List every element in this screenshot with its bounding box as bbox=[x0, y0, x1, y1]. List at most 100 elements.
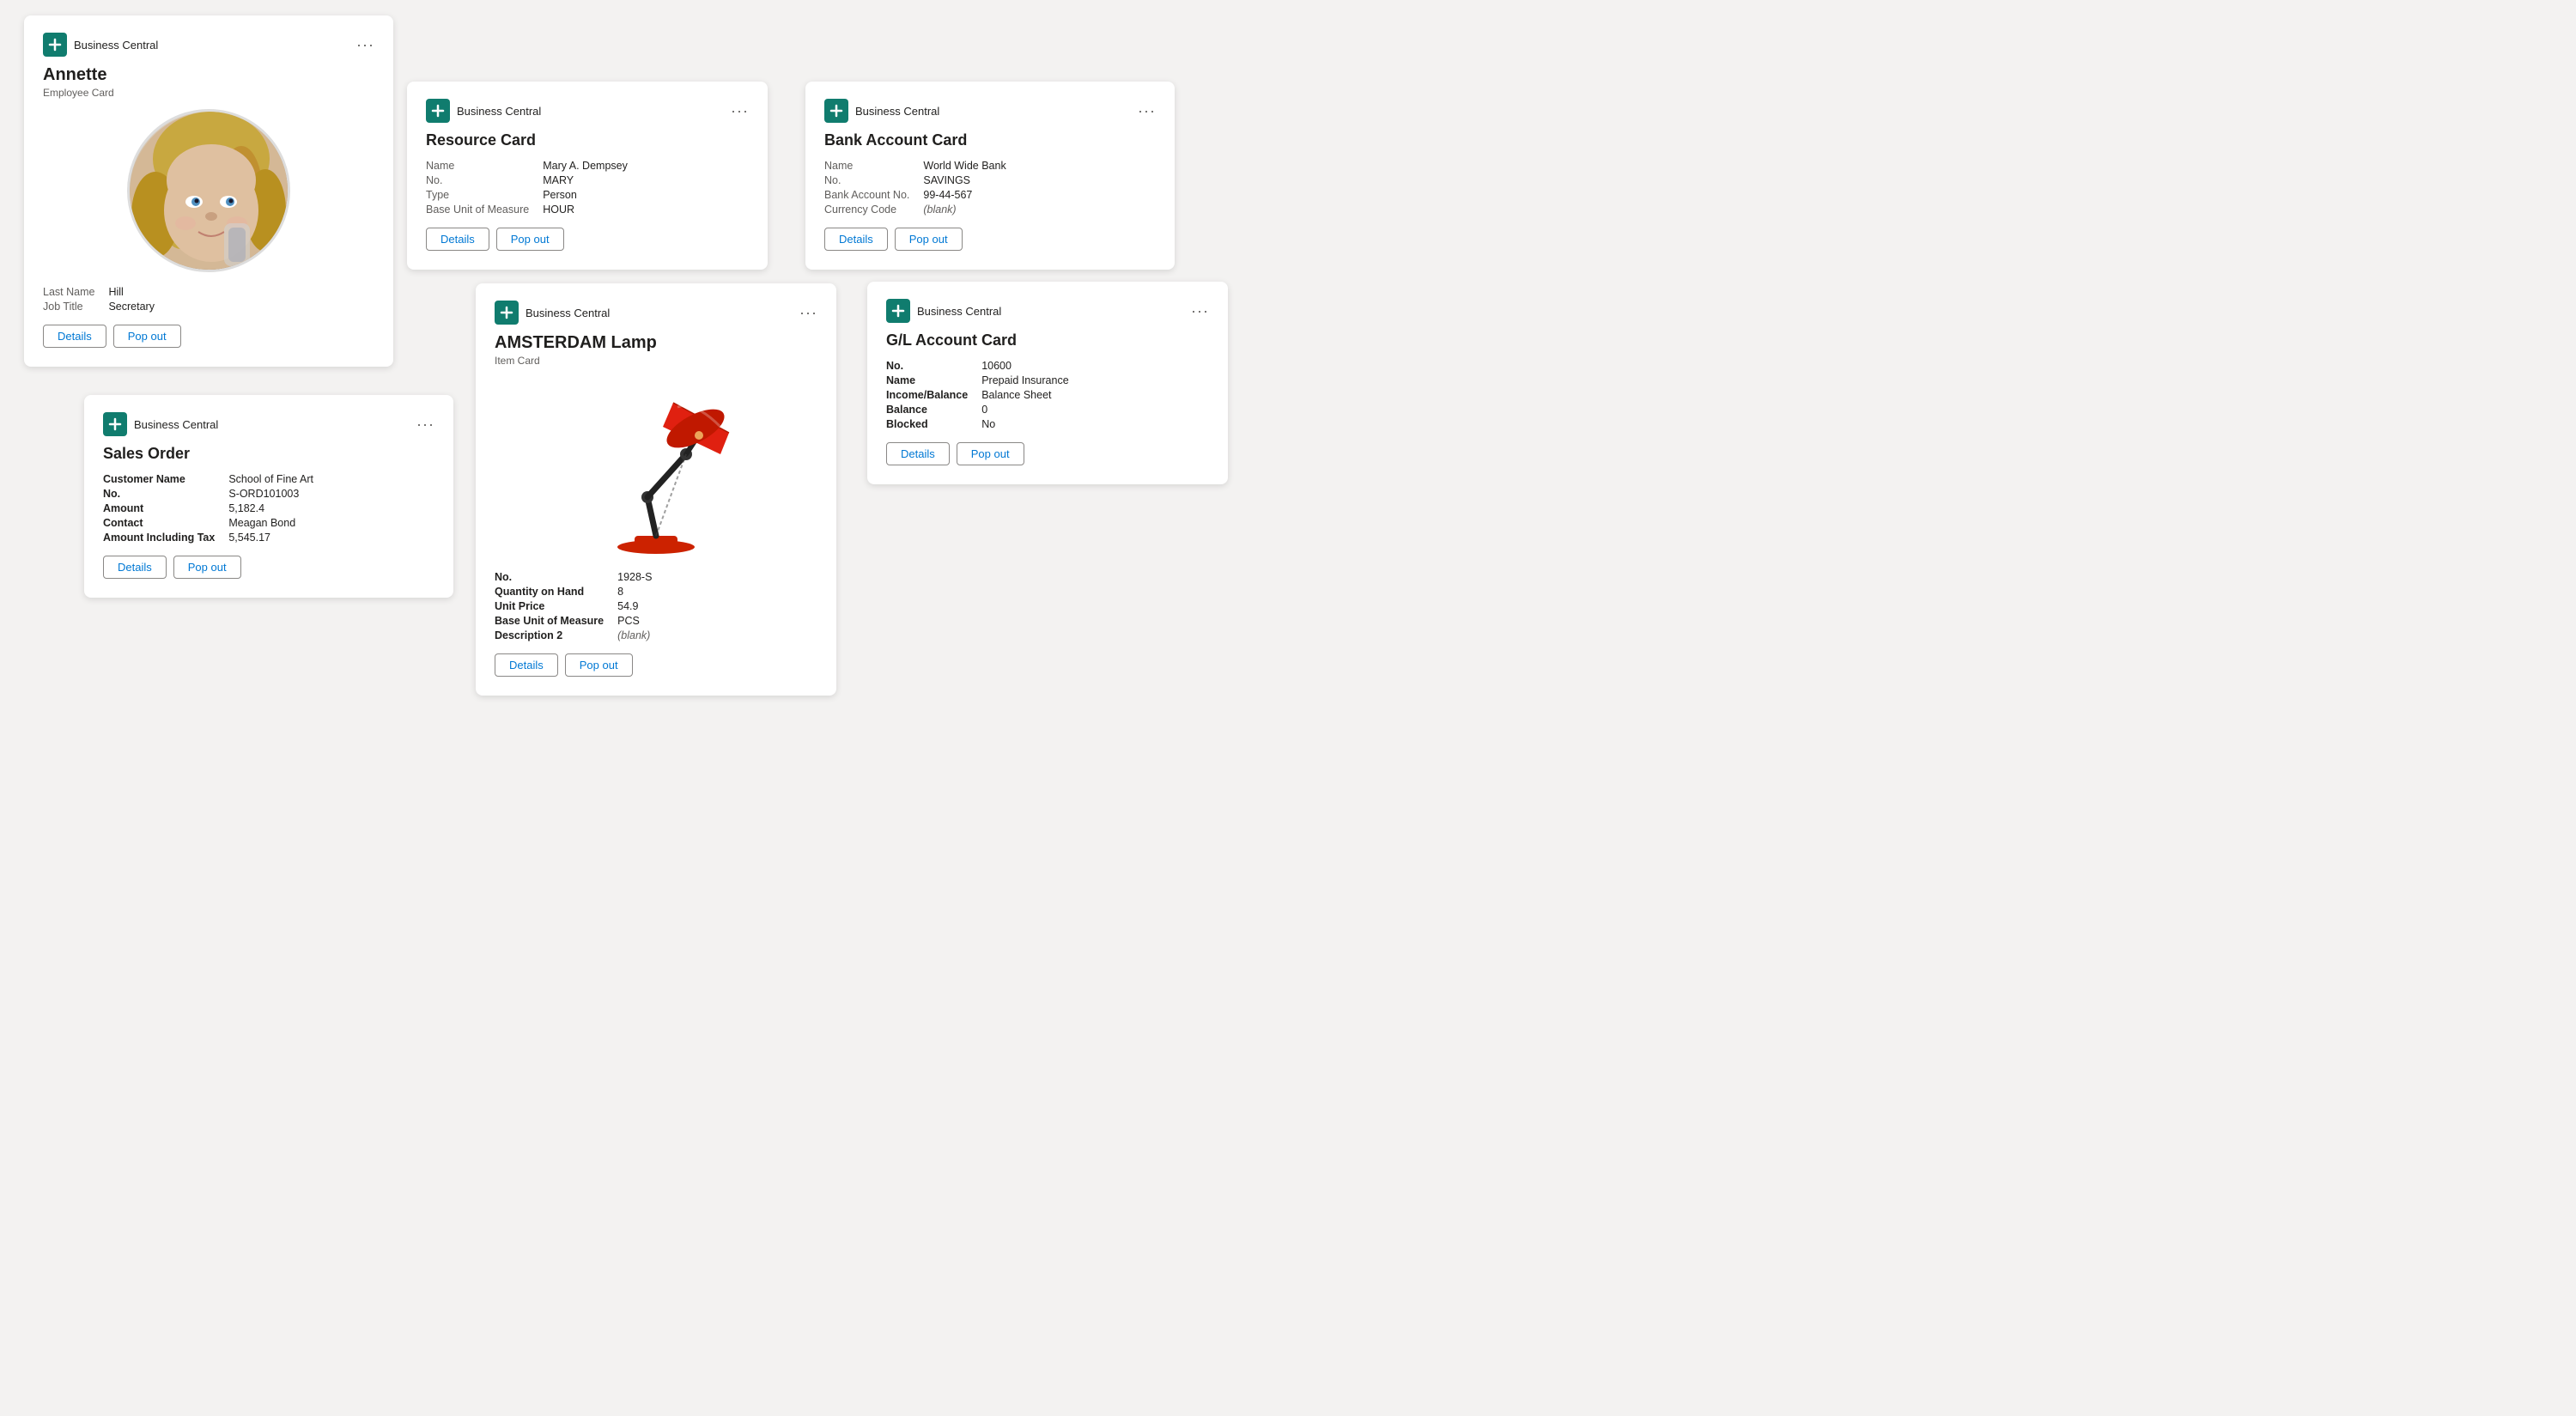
bank-menu-button[interactable]: ··· bbox=[1138, 103, 1156, 119]
bank-details-button[interactable]: Details bbox=[824, 228, 888, 251]
employee-jobtitle-label: Job Title bbox=[43, 301, 94, 313]
sales-amounttax-value: 5,545.17 bbox=[228, 532, 434, 544]
bank-header-left: Business Central bbox=[824, 99, 939, 123]
resource-no-value: MARY bbox=[543, 174, 749, 186]
employee-header-left: Business Central bbox=[43, 33, 158, 57]
item-menu-button[interactable]: ··· bbox=[799, 305, 817, 320]
resource-name-label: Name bbox=[426, 160, 529, 172]
employee-actions: Details Pop out bbox=[43, 325, 374, 348]
bank-currency-value: (blank) bbox=[923, 204, 1156, 216]
bank-no-label: No. bbox=[824, 174, 909, 186]
resource-uom-value: HOUR bbox=[543, 204, 749, 216]
gl-incomebalance-label: Income/Balance bbox=[886, 389, 968, 401]
item-card: Business Central ··· AMSTERDAM Lamp Item… bbox=[476, 283, 836, 696]
employee-fields: Last Name Hill Job Title Secretary bbox=[43, 286, 374, 313]
gl-popout-button[interactable]: Pop out bbox=[957, 442, 1024, 465]
resource-name-value: Mary A. Dempsey bbox=[543, 160, 749, 172]
resource-fields: Name Mary A. Dempsey No. MARY Type Perso… bbox=[426, 160, 749, 216]
item-no-label: No. bbox=[495, 571, 604, 583]
item-desc2-label: Description 2 bbox=[495, 629, 604, 641]
resource-type-value: Person bbox=[543, 189, 749, 201]
sales-menu-button[interactable]: ··· bbox=[416, 416, 434, 432]
item-card-header: Business Central ··· bbox=[495, 301, 817, 325]
bc-icon-item bbox=[495, 301, 519, 325]
bank-name-value: World Wide Bank bbox=[923, 160, 1156, 172]
bank-card-header: Business Central ··· bbox=[824, 99, 1156, 123]
gl-blocked-label: Blocked bbox=[886, 418, 968, 430]
item-popout-button[interactable]: Pop out bbox=[565, 653, 633, 677]
resource-details-button[interactable]: Details bbox=[426, 228, 489, 251]
gl-app-name: Business Central bbox=[917, 305, 1001, 318]
sales-amount-value: 5,182.4 bbox=[228, 502, 434, 514]
gl-details-button[interactable]: Details bbox=[886, 442, 950, 465]
sales-fields: Customer Name School of Fine Art No. S-O… bbox=[103, 473, 434, 544]
gl-account-card: Business Central ··· G/L Account Card No… bbox=[867, 282, 1228, 484]
employee-details-button[interactable]: Details bbox=[43, 325, 106, 348]
item-card-subtitle: Item Card bbox=[495, 355, 817, 367]
gl-no-label: No. bbox=[886, 360, 968, 372]
item-actions: Details Pop out bbox=[495, 653, 817, 677]
employee-avatar bbox=[127, 109, 290, 272]
gl-fields: No. 10600 Name Prepaid Insurance Income/… bbox=[886, 360, 1209, 430]
bank-account-no-value: 99-44-567 bbox=[923, 189, 1156, 201]
bc-icon-gl bbox=[886, 299, 910, 323]
item-qty-value: 8 bbox=[617, 586, 817, 598]
resource-header-left: Business Central bbox=[426, 99, 541, 123]
item-no-value: 1928-S bbox=[617, 571, 817, 583]
bank-currency-label: Currency Code bbox=[824, 204, 909, 216]
sales-details-button[interactable]: Details bbox=[103, 556, 167, 579]
item-price-value: 54.9 bbox=[617, 600, 817, 612]
gl-header-left: Business Central bbox=[886, 299, 1001, 323]
gl-name-value: Prepaid Insurance bbox=[981, 374, 1209, 386]
gl-blocked-value: No bbox=[981, 418, 1209, 430]
sales-popout-button[interactable]: Pop out bbox=[173, 556, 241, 579]
sales-card-title: Sales Order bbox=[103, 445, 434, 463]
bank-popout-button[interactable]: Pop out bbox=[895, 228, 963, 251]
gl-card-header: Business Central ··· bbox=[886, 299, 1209, 323]
item-uom-label: Base Unit of Measure bbox=[495, 615, 604, 627]
bank-account-no-label: Bank Account No. bbox=[824, 189, 909, 201]
sales-no-value: S-ORD101003 bbox=[228, 488, 434, 500]
resource-type-label: Type bbox=[426, 189, 529, 201]
gl-menu-button[interactable]: ··· bbox=[1191, 303, 1209, 319]
item-qty-label: Quantity on Hand bbox=[495, 586, 604, 598]
employee-menu-button[interactable]: ··· bbox=[356, 37, 374, 52]
resource-popout-button[interactable]: Pop out bbox=[496, 228, 564, 251]
employee-card-header: Business Central ··· bbox=[43, 33, 374, 57]
gl-balance-label: Balance bbox=[886, 404, 968, 416]
item-app-name: Business Central bbox=[526, 307, 610, 319]
sales-custname-value: School of Fine Art bbox=[228, 473, 434, 485]
sales-amount-label: Amount bbox=[103, 502, 215, 514]
item-fields: No. 1928-S Quantity on Hand 8 Unit Price… bbox=[495, 571, 817, 641]
sales-custname-label: Customer Name bbox=[103, 473, 215, 485]
employee-jobtitle-value: Secretary bbox=[108, 301, 374, 313]
gl-no-value: 10600 bbox=[981, 360, 1209, 372]
employee-card: Business Central ··· Annette Employee Ca… bbox=[24, 15, 393, 367]
item-desc2-value: (blank) bbox=[617, 629, 817, 641]
bank-account-card: Business Central ··· Bank Account Card N… bbox=[805, 82, 1175, 270]
resource-uom-label: Base Unit of Measure bbox=[426, 204, 529, 216]
bank-card-title: Bank Account Card bbox=[824, 131, 1156, 149]
item-header-left: Business Central bbox=[495, 301, 610, 325]
resource-app-name: Business Central bbox=[457, 105, 541, 118]
sales-actions: Details Pop out bbox=[103, 556, 434, 579]
sales-contact-value: Meagan Bond bbox=[228, 517, 434, 529]
item-details-button[interactable]: Details bbox=[495, 653, 558, 677]
employee-lastname-value: Hill bbox=[108, 286, 374, 298]
employee-popout-button[interactable]: Pop out bbox=[113, 325, 181, 348]
item-card-title: AMSTERDAM Lamp bbox=[495, 333, 817, 353]
sales-contact-label: Contact bbox=[103, 517, 215, 529]
item-uom-value: PCS bbox=[617, 615, 817, 627]
sales-amounttax-label: Amount Including Tax bbox=[103, 532, 215, 544]
item-price-label: Unit Price bbox=[495, 600, 604, 612]
bank-actions: Details Pop out bbox=[824, 228, 1156, 251]
lamp-svg bbox=[562, 377, 750, 557]
gl-balance-value: 0 bbox=[981, 404, 1209, 416]
sales-no-label: No. bbox=[103, 488, 215, 500]
resource-menu-button[interactable]: ··· bbox=[731, 103, 749, 119]
employee-card-title: Annette bbox=[43, 65, 374, 85]
sales-order-card: Business Central ··· Sales Order Custome… bbox=[84, 395, 453, 598]
bank-app-name: Business Central bbox=[855, 105, 939, 118]
resource-no-label: No. bbox=[426, 174, 529, 186]
resource-card-header: Business Central ··· bbox=[426, 99, 749, 123]
